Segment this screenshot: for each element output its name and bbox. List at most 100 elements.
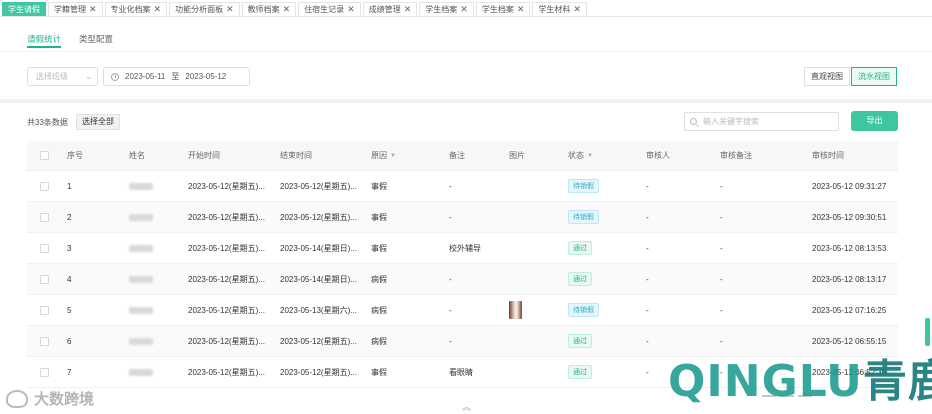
col-status[interactable]: 状态 ▼ <box>568 141 593 170</box>
close-icon[interactable]: ✕ <box>226 5 234 14</box>
col-reason[interactable]: 原因 ▼ <box>371 141 396 170</box>
watermark-right-cn: 青鹿 <box>862 356 932 407</box>
top-tab[interactable]: 功能分析面板 ✕ <box>169 2 240 16</box>
cell-index: 4 <box>67 274 72 284</box>
cell-end: 2023-05-12(星期五)... <box>280 367 357 377</box>
cell-end: 2023-05-12(星期五)... <box>280 212 357 222</box>
sort-caret-down-icon[interactable]: ▼ <box>587 153 593 159</box>
col-name: 姓名 <box>129 151 145 160</box>
cell-reason: 病假 <box>371 336 387 346</box>
table-row[interactable]: 3 2023-05-12(星期五)... 2023-05-14(星期日)... 事假 校… <box>27 233 898 264</box>
cell-end: 2023-05-12(星期五)... <box>280 181 357 191</box>
table-row[interactable]: 1 2023-05-12(星期五)... 2023-05-12(星期五)... 事假 -… <box>27 171 898 202</box>
clock-icon <box>111 72 119 81</box>
cell-reviewer: - <box>646 336 649 346</box>
col-reviewer: 审核人 <box>646 151 670 160</box>
date-end[interactable]: 2023-05-12 <box>185 72 226 81</box>
row-checkbox[interactable] <box>40 243 49 253</box>
top-tab[interactable]: 学籍管理 ✕ <box>48 2 103 16</box>
row-checkbox[interactable] <box>40 274 49 284</box>
watermark-right-latin: QINGLU <box>668 356 863 407</box>
top-tab[interactable]: 住宿生记录 ✕ <box>298 2 361 16</box>
cell-start: 2023-05-12(星期五)... <box>188 274 265 284</box>
date-range-picker[interactable]: 2023-05-11 至 2023-05-12 <box>103 67 250 86</box>
search-input[interactable]: 输入关键字搜索 <box>684 112 839 131</box>
top-tab[interactable]: 学生请假 <box>2 2 46 16</box>
table-row[interactable]: 4 2023-05-12(星期五)... 2023-05-14(星期日)... 病假 -… <box>27 264 898 295</box>
cell-status: 待销假 <box>568 171 599 201</box>
cell-index: 5 <box>67 305 72 315</box>
redacted-name <box>129 213 153 221</box>
top-tab[interactable]: 教师档案 ✕ <box>241 2 297 16</box>
cell-status: 通过 <box>568 326 592 356</box>
col-review-time: 审核时间 <box>812 151 844 160</box>
date-start[interactable]: 2023-05-11 <box>125 72 165 81</box>
close-icon[interactable]: ✕ <box>154 5 162 14</box>
class-select[interactable]: 选择班级 ⌄ <box>27 67 98 86</box>
tab-leave-stats[interactable]: 请假统计 <box>27 33 61 45</box>
scrollbar-thumb[interactable] <box>925 318 930 346</box>
cell-remark: - <box>449 305 452 315</box>
close-icon[interactable]: ✕ <box>404 5 412 14</box>
cell-reviewer: - <box>646 181 649 191</box>
top-tab[interactable]: 成绩管理 ✕ <box>362 2 418 16</box>
cell-status: 待销假 <box>568 295 599 325</box>
redacted-name <box>129 275 153 283</box>
top-tab[interactable]: 学生档案 ✕ <box>419 2 474 16</box>
close-icon[interactable]: ✕ <box>89 5 97 14</box>
search-placeholder: 输入关键字搜索 <box>703 117 759 126</box>
row-checkbox[interactable] <box>40 367 49 377</box>
status-badge: 待销假 <box>568 179 599 193</box>
row-checkbox[interactable] <box>40 181 49 191</box>
table-header-row: 序号 姓名 开始时间 结束时间 原因 ▼ 备注 图片 状态 ▼ 审核人 审核备注 审… <box>27 141 898 171</box>
close-icon[interactable]: ✕ <box>347 5 355 14</box>
double-chevron-up-icon[interactable]: ︽ <box>462 400 471 413</box>
tab-type-config[interactable]: 类型配置 <box>79 33 113 45</box>
cell-remark: - <box>449 274 452 284</box>
cell-end: 2023-05-12(星期五)... <box>280 336 357 346</box>
cell-review-remark: - <box>720 274 723 284</box>
cell-name <box>129 233 153 263</box>
cell-reason: 事假 <box>371 367 387 377</box>
status-badge: 通过 <box>568 365 592 379</box>
row-checkbox[interactable] <box>40 336 49 346</box>
cell-reviewer: - <box>646 367 649 377</box>
watermark-left: 大数跨境 <box>6 388 94 409</box>
cell-start: 2023-05-12(星期五)... <box>188 212 265 222</box>
cell-end: 2023-05-13(星期六)... <box>280 305 357 315</box>
top-tab-label: 教师档案 <box>247 5 280 14</box>
table-row[interactable]: 2 2023-05-12(星期五)... 2023-05-12(星期五)... 事假 -… <box>27 202 898 233</box>
export-button[interactable]: 导出 <box>851 111 898 131</box>
top-tab-bar: 学生请假 学籍管理 ✕ 专业化档案 ✕ 功能分析面板 ✕ 教师档案 ✕ 住宿生记录 ✕ 成绩管理 ✕ 学生… <box>0 0 932 17</box>
close-icon[interactable]: ✕ <box>517 5 525 14</box>
top-tab[interactable]: 学生档案 ✕ <box>475 2 531 16</box>
close-icon[interactable]: ✕ <box>283 5 291 14</box>
watermark-left-text: 大数跨境 <box>34 391 95 408</box>
leave-image-thumbnail[interactable] <box>509 301 522 319</box>
cell-index: 3 <box>67 243 72 253</box>
cell-end: 2023-05-14(星期日)... <box>280 243 357 253</box>
watermark-right: QINGLU青鹿 <box>668 345 932 409</box>
row-checkbox[interactable] <box>40 305 49 315</box>
visual-view-button[interactable]: 直观视图 <box>804 67 850 86</box>
cell-name <box>129 202 153 232</box>
select-all-button[interactable]: 选择全部 <box>76 114 120 130</box>
sort-caret-down-icon[interactable]: ▼ <box>390 153 396 159</box>
top-tab[interactable]: 专业化档案 ✕ <box>104 2 168 16</box>
chevron-down-icon: ⌄ <box>85 72 92 81</box>
top-tab[interactable]: 学生材料 ✕ <box>532 2 587 16</box>
cell-review-time: 2023-05-12 08:13:17 <box>812 274 887 284</box>
close-icon[interactable]: ✕ <box>573 5 581 14</box>
date-separator: 至 <box>171 72 180 81</box>
close-icon[interactable]: ✕ <box>460 5 468 14</box>
cell-index: 6 <box>67 336 72 346</box>
row-checkbox[interactable] <box>40 212 49 222</box>
redacted-name <box>129 337 153 345</box>
cell-reason: 事假 <box>371 181 387 191</box>
flow-view-button[interactable]: 流水视图 <box>851 67 897 86</box>
cell-remark: 校外辅导 <box>449 243 481 253</box>
top-tab-label: 住宿生记录 <box>304 5 345 14</box>
header-checkbox[interactable] <box>40 151 49 160</box>
cell-start: 2023-05-12(星期五)... <box>188 305 265 315</box>
table-row[interactable]: 5 2023-05-12(星期五)... 2023-05-13(星期六)... 病假 -… <box>27 295 898 326</box>
